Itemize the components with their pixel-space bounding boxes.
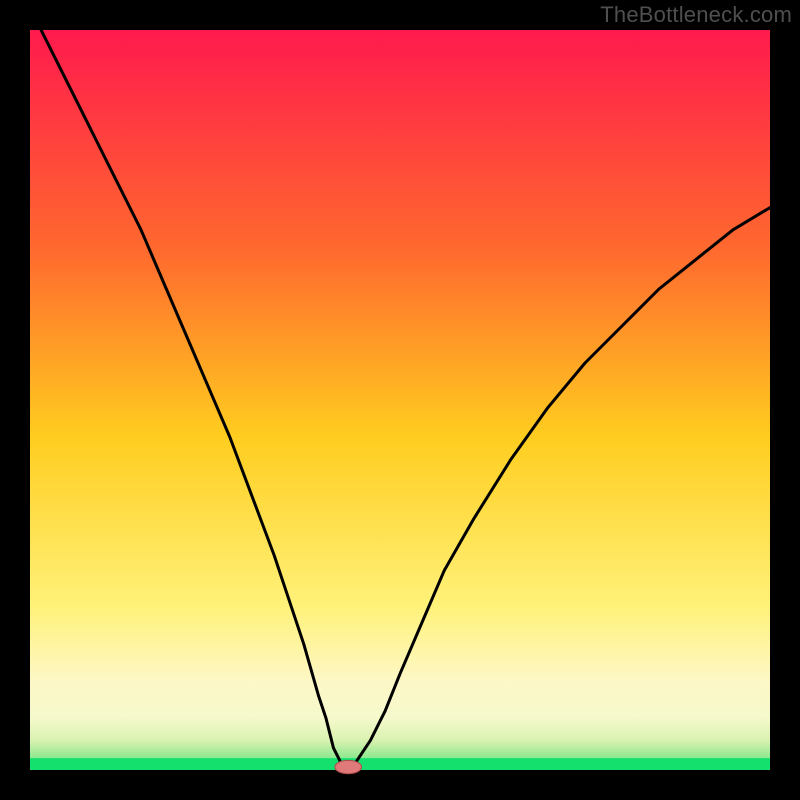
watermark-text: TheBottleneck.com: [600, 2, 792, 28]
green-band: [30, 758, 770, 770]
gradient-background: [30, 30, 770, 770]
chart-frame: TheBottleneck.com: [0, 0, 800, 800]
minimum-marker: [335, 760, 362, 773]
bottleneck-chart: [0, 0, 800, 800]
